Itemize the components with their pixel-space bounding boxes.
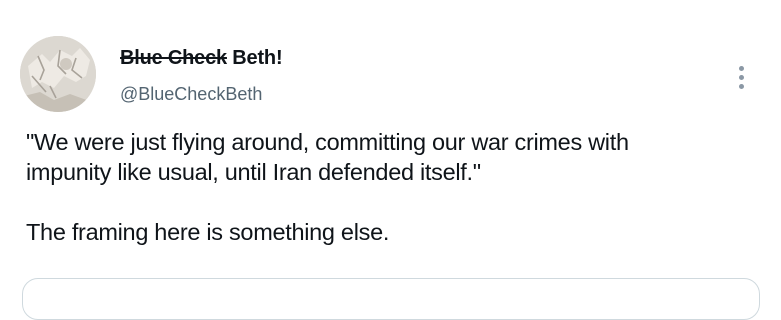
tweet-text-line-2: impunity like usual, until Iran defended… [26, 159, 481, 185]
tweet-text: "We were just flying around, committing … [26, 127, 766, 247]
more-vertical-icon [738, 65, 744, 71]
tweet-text-line-1: "We were just flying around, committing … [26, 129, 629, 155]
author-handle[interactable]: @BlueCheckBeth [120, 84, 262, 105]
tweet-card: Blue Check Beth! @BlueCheckBeth "We were… [0, 0, 781, 320]
author-name-rest: Beth! [232, 47, 283, 69]
avatar[interactable] [20, 36, 96, 112]
author-name-struck: Blue Check [120, 47, 227, 69]
author-display-name[interactable]: Blue Check Beth! [120, 47, 283, 70]
more-options-button[interactable] [730, 60, 752, 94]
more-vertical-icon-dot-3 [738, 83, 744, 89]
avatar-photo-icon [20, 36, 96, 112]
embedded-card[interactable] [22, 278, 760, 320]
more-vertical-icon-dot-2 [738, 74, 744, 80]
tweet-text-line-3: The framing here is something else. [26, 219, 390, 245]
